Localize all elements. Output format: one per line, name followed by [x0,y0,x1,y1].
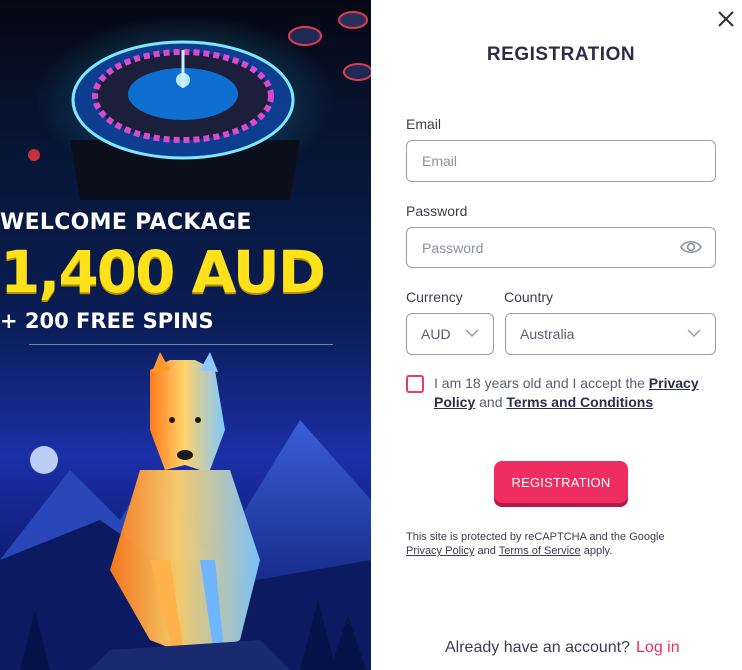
consent-and: and [479,394,503,410]
password-input[interactable] [406,227,716,268]
email-input[interactable] [406,140,716,182]
currency-select[interactable]: AUD [406,313,494,355]
google-privacy-link[interactable]: Privacy Policy [406,545,474,557]
registration-form: REGISTRATION Email Password Currency AUD… [371,0,742,670]
terms-conditions-link[interactable]: Terms and Conditions [506,394,653,410]
recaptcha-and: and [477,545,496,557]
email-label: Email [406,116,442,132]
recaptcha-prefix: This site is protected by reCAPTCHA and … [406,531,665,543]
registration-button[interactable]: REGISTRATION [494,461,628,503]
eye-icon [680,240,702,254]
country-value: Australia [520,326,575,342]
login-link[interactable]: Log in [636,639,680,656]
promo-free-spins: + 200 FREE SPINS [0,309,214,333]
form-title: REGISTRATION [486,44,636,65]
google-terms-link[interactable]: Terms of Service [499,545,581,557]
promo-illustration [0,11,371,670]
promo-divider [29,344,333,345]
promo-amount: 1,400 AUD [0,238,326,306]
currency-value: AUD [421,326,451,342]
chevron-down-icon [465,329,479,338]
promo-banner: WELCOME PACKAGE 1,400 AUD + 200 FREE SPI… [0,0,371,670]
country-select[interactable]: Australia [505,313,716,355]
recaptcha-suffix: apply. [583,545,613,557]
consent-prefix: I am 18 years old and I accept the [434,375,645,391]
login-prompt: Already have an account? Log in [445,639,680,657]
currency-label: Currency [406,289,463,305]
login-prompt-text: Already have an account? [445,639,631,656]
show-password-button[interactable] [680,237,702,257]
close-button[interactable] [716,9,736,29]
country-label: Country [504,289,554,305]
chevron-down-icon [687,329,701,338]
password-label: Password [406,203,468,219]
recaptcha-notice: This site is protected by reCAPTCHA and … [406,530,726,558]
close-icon [718,11,734,27]
promo-title: WELCOME PACKAGE [0,210,252,235]
consent-text: I am 18 years old and I accept the Priva… [434,374,714,412]
age-terms-checkbox[interactable] [406,375,424,393]
